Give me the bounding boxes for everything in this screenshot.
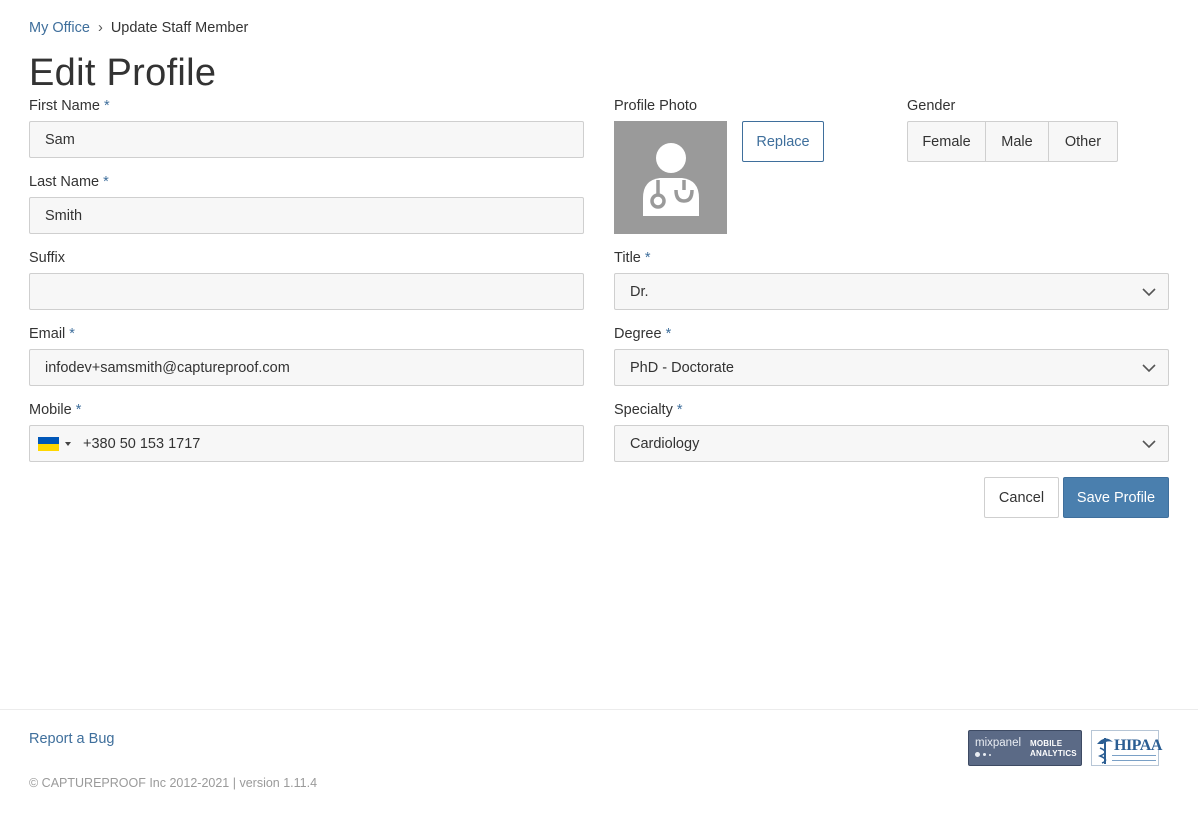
required-mark: * (676, 402, 683, 418)
title-select-value: Dr. (630, 283, 649, 300)
report-bug-link[interactable]: Report a Bug (29, 731, 114, 747)
specialty-select[interactable]: Cardiology (614, 425, 1169, 462)
gender-option-male[interactable]: Male (986, 122, 1049, 161)
required-mark: * (103, 174, 109, 190)
hipaa-text: HIPAA (1114, 737, 1162, 754)
required-mark: * (69, 326, 75, 342)
chevron-down-icon (1142, 439, 1156, 448)
gender-option-female[interactable]: Female (908, 122, 986, 161)
first-name-label: First Name * (29, 98, 110, 114)
ukraine-flag-icon (38, 436, 59, 451)
save-profile-button[interactable]: Save Profile (1063, 477, 1169, 518)
mixpanel-dots-icon (975, 752, 991, 757)
degree-label: Degree * (614, 326, 672, 342)
footer-divider (0, 709, 1198, 710)
suffix-input[interactable] (29, 273, 584, 310)
required-mark: * (665, 326, 672, 342)
breadcrumb-current: Update Staff Member (110, 20, 249, 36)
title-label: Title * (614, 250, 651, 266)
email-label: Email * (29, 326, 75, 342)
copyright-text: © CAPTUREPROOF Inc 2012-2021 | version 1… (29, 776, 318, 790)
mobile-field: +380 50 153 1717 (29, 425, 584, 462)
caret-down-icon (65, 441, 71, 446)
title-select[interactable]: Dr. (614, 273, 1169, 310)
last-name-label: Last Name * (29, 174, 109, 190)
cancel-button[interactable]: Cancel (984, 477, 1059, 518)
required-mark: * (644, 250, 651, 266)
breadcrumb-separator: › (97, 20, 103, 36)
degree-select-value: PhD - Doctorate (630, 359, 734, 376)
gender-label: Gender (907, 98, 956, 114)
mixpanel-mobile-text: MOBILE (1030, 739, 1063, 748)
mixpanel-brand: mixpanel (975, 737, 1022, 749)
chevron-down-icon (1142, 287, 1156, 296)
hipaa-subtitle-lines (1112, 755, 1156, 761)
breadcrumb-my-office-link[interactable]: My Office (29, 20, 90, 36)
required-mark: * (103, 98, 110, 114)
chevron-down-icon (1142, 363, 1156, 372)
country-selector[interactable] (38, 436, 71, 451)
mixpanel-analytics-text: ANALYTICS (1030, 749, 1077, 758)
required-mark: * (75, 402, 82, 418)
specialty-label: Specialty * (614, 402, 683, 418)
replace-photo-button[interactable]: Replace (742, 121, 824, 162)
profile-photo-label: Profile Photo (614, 98, 698, 114)
doctor-avatar-icon (642, 142, 699, 216)
page-title: Edit Profile (29, 52, 217, 94)
gender-option-other[interactable]: Other (1049, 122, 1117, 161)
breadcrumb: My Office › Update Staff Member (29, 20, 248, 36)
profile-photo (614, 121, 727, 234)
email-input[interactable] (29, 349, 584, 386)
mixpanel-badge[interactable]: mixpanel MOBILE ANALYTICS (968, 730, 1082, 766)
mobile-label: Mobile * (29, 402, 82, 418)
degree-select[interactable]: PhD - Doctorate (614, 349, 1169, 386)
mobile-input[interactable]: +380 50 153 1717 (83, 436, 200, 452)
suffix-label: Suffix (29, 250, 66, 266)
first-name-input[interactable] (29, 121, 584, 158)
last-name-input[interactable] (29, 197, 584, 234)
gender-toggle-group: Female Male Other (907, 121, 1118, 162)
specialty-select-value: Cardiology (630, 435, 700, 452)
hipaa-badge[interactable]: HIPAA (1091, 730, 1162, 766)
